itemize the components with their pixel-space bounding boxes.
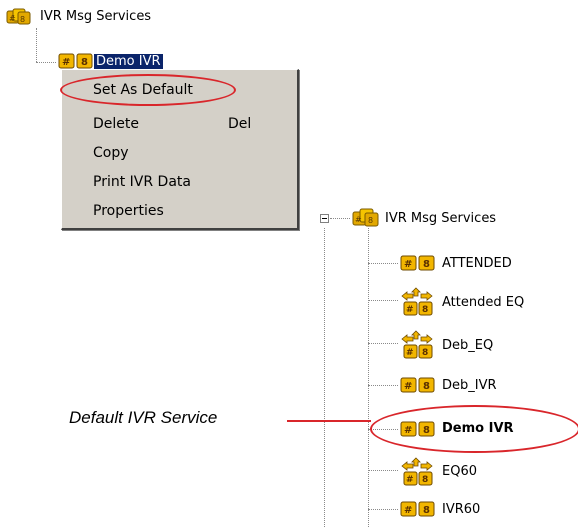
- tree-connector: [368, 300, 398, 301]
- tree-item-deb-ivr[interactable]: Deb_IVR: [442, 378, 497, 394]
- svg-text:#: #: [62, 57, 70, 68]
- tree-item-attended[interactable]: ATTENDED: [442, 256, 512, 272]
- svg-text:8: 8: [423, 381, 430, 392]
- svg-text:8: 8: [423, 505, 430, 516]
- screenshot-root: { "colors": { "highlight_ellipse": "#d92…: [0, 0, 578, 527]
- menu-item-copy[interactable]: Copy: [62, 140, 295, 166]
- set-as-default-highlight-ellipse: [60, 74, 236, 106]
- svg-text:#: #: [404, 381, 412, 392]
- top-tree-child-selected[interactable]: Demo IVR: [94, 54, 163, 70]
- tree-connector: [368, 470, 398, 471]
- tree-connector: [368, 263, 398, 264]
- tree-connector: [368, 385, 398, 386]
- multi-service-icon: # 8: [352, 208, 379, 227]
- svg-text:8: 8: [368, 216, 373, 225]
- right-tree-root-label[interactable]: IVR Msg Services: [385, 211, 496, 227]
- tree-connector: [368, 509, 398, 510]
- ivr-service-icon: # 8: [400, 377, 435, 393]
- right-tree-trunk: [324, 228, 325, 527]
- svg-text:#: #: [9, 14, 16, 23]
- svg-text:8: 8: [422, 348, 428, 358]
- collapse-toggle-icon[interactable]: [320, 214, 329, 223]
- tree-connector: [368, 343, 398, 344]
- menu-item-label: Print IVR Data: [93, 174, 191, 190]
- menu-item-print-ivr-data[interactable]: Print IVR Data: [62, 169, 295, 195]
- svg-text:#: #: [355, 215, 362, 224]
- svg-text:8: 8: [423, 259, 430, 270]
- eq-service-icon: # 8: [401, 330, 433, 359]
- multi-service-icon: # 8: [6, 8, 31, 25]
- menu-item-shortcut: Del: [228, 116, 252, 132]
- top-tree-root-label[interactable]: IVR Msg Services: [40, 9, 151, 25]
- svg-text:#: #: [406, 475, 414, 485]
- default-service-highlight-ellipse: [370, 405, 578, 453]
- ivr-service-icon: # 8: [400, 501, 435, 517]
- tree-item-deb-eq[interactable]: Deb_EQ: [442, 338, 493, 354]
- svg-text:#: #: [404, 505, 412, 516]
- svg-text:8: 8: [81, 57, 88, 68]
- right-tree-branch-line: [368, 228, 369, 527]
- ivr-service-icon: # 8: [400, 255, 435, 271]
- tree-item-ivr60[interactable]: IVR60: [442, 502, 480, 518]
- ivr-service-icon: # 8: [58, 53, 93, 69]
- menu-item-properties[interactable]: Properties: [62, 198, 295, 224]
- menu-item-label: Properties: [93, 203, 164, 219]
- svg-text:8: 8: [422, 305, 428, 315]
- tree-item-eq60[interactable]: EQ60: [442, 464, 477, 480]
- tree-item-attended-eq[interactable]: Attended EQ: [442, 295, 524, 311]
- svg-text:8: 8: [422, 475, 428, 485]
- callout-label: Default IVR Service: [69, 408, 218, 427]
- svg-text:#: #: [404, 259, 412, 270]
- eq-service-icon: # 8: [401, 457, 433, 486]
- menu-item-delete[interactable]: Delete Del: [62, 111, 295, 137]
- top-tree-connector: [36, 28, 37, 62]
- right-tree-root-connector: [330, 218, 350, 219]
- menu-item-label: Delete: [93, 116, 139, 132]
- svg-text:8: 8: [20, 15, 25, 24]
- svg-text:#: #: [406, 305, 414, 315]
- svg-text:#: #: [406, 348, 414, 358]
- top-tree-connector-h: [36, 62, 56, 63]
- eq-service-icon: # 8: [401, 287, 433, 316]
- menu-item-label: Copy: [93, 145, 129, 161]
- callout-line: [287, 420, 371, 422]
